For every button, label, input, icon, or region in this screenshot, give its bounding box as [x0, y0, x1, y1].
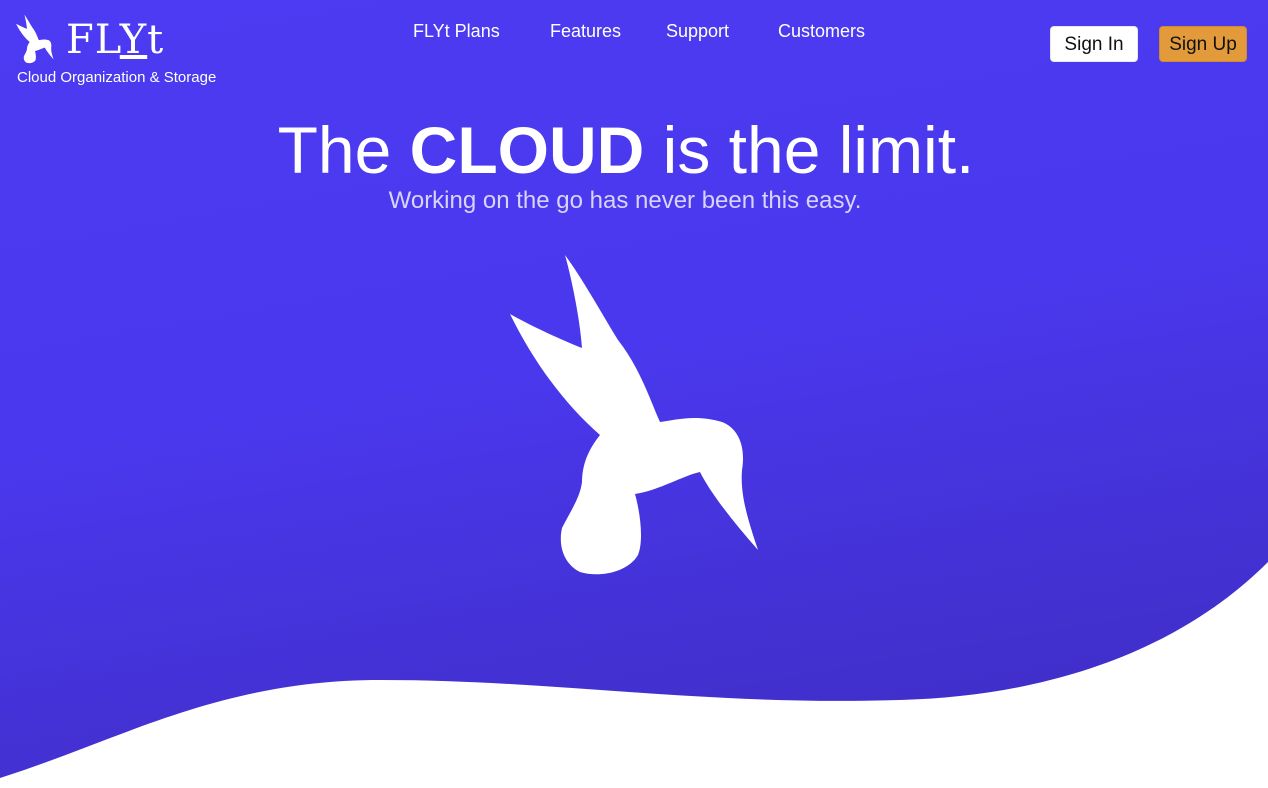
brand-tagline: Cloud Organization & Storage	[17, 69, 217, 86]
hero-section: FLYt Cloud Organization & Storage FLYt P…	[0, 0, 1268, 788]
nav-customers[interactable]: Customers	[778, 21, 865, 42]
hero-subheadline: Working on the go has never been this ea…	[388, 187, 862, 214]
sign-up-button[interactable]: Sign Up	[1159, 26, 1247, 62]
nav-flyt-plans[interactable]: FLYt Plans	[413, 21, 500, 42]
nav-features[interactable]: Features	[550, 21, 621, 42]
hero-headline: The CLOUD is the limit.	[277, 113, 975, 187]
sign-in-button[interactable]: Sign In	[1050, 26, 1138, 62]
nav-support[interactable]: Support	[666, 21, 729, 42]
hummingbird-illustration	[510, 255, 758, 575]
bottom-wave	[0, 562, 1268, 788]
